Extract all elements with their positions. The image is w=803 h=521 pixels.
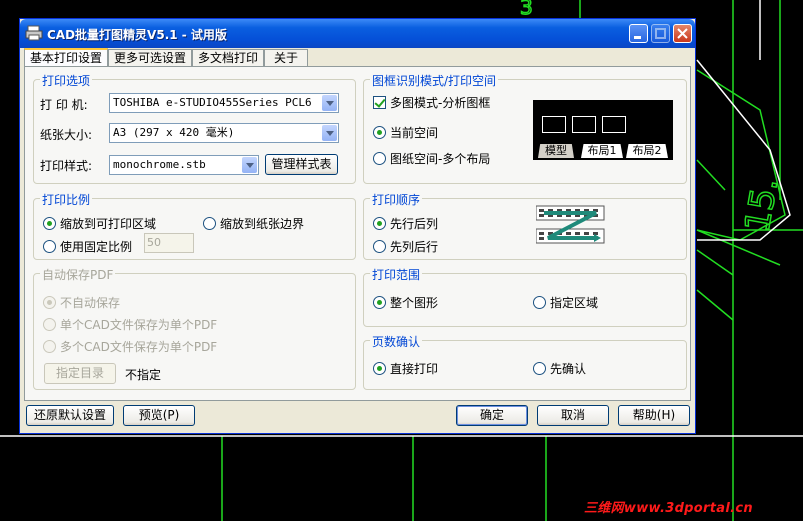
preview-tab-model: 模型 xyxy=(538,144,574,158)
single-pdf-radio[interactable] xyxy=(43,318,56,331)
printer-select[interactable]: TOSHIBA e-STUDIO455Series PCL6 xyxy=(109,93,339,113)
fit-printable-label: 缩放到可打印区域 xyxy=(60,217,157,231)
cancel-button[interactable]: 取消 xyxy=(537,405,609,426)
tab-basic-print[interactable]: 基本打印设置 xyxy=(24,48,108,67)
multi-frame-checkbox[interactable] xyxy=(373,96,386,109)
current-space-radio[interactable] xyxy=(373,126,386,139)
close-button[interactable] xyxy=(673,24,692,43)
cad-dimension-text-top: 3 xyxy=(520,0,533,19)
frame-mode-label: 图框识别模式/打印空间 xyxy=(370,72,499,89)
multi-pdf-radio[interactable] xyxy=(43,340,56,353)
minimize-button[interactable] xyxy=(629,24,648,43)
manage-styles-button[interactable]: 管理样式表 xyxy=(265,154,338,175)
print-options-label: 打印选项 xyxy=(40,72,93,89)
site-watermark: 三维网www.3dportal.cn xyxy=(584,501,753,516)
tab-about[interactable]: 关于 xyxy=(264,49,308,66)
preview-frame xyxy=(572,116,596,133)
printer-label: 打 印 机: xyxy=(40,98,88,112)
printer-icon xyxy=(25,25,43,41)
preview-tab-layout1: 布局1 xyxy=(581,144,623,158)
multi-frame-label: 多图模式-分析图框 xyxy=(390,96,491,110)
multi-pdf-label: 多个CAD文件保存为单个PDF xyxy=(60,340,218,354)
choose-directory-button[interactable]: 指定目录 xyxy=(44,363,116,384)
no-auto-save-radio[interactable] xyxy=(43,296,56,309)
title-bar[interactable]: CAD批量打图精灵V5.1 - 试用版 xyxy=(20,19,695,48)
confirm-first-radio[interactable] xyxy=(533,362,546,375)
print-style-select[interactable]: monochrome.stb xyxy=(109,155,259,175)
chevron-down-icon[interactable] xyxy=(322,95,337,111)
tab-more-options[interactable]: 更多可选设置 xyxy=(108,49,192,66)
paper-size-label: 纸张大小: xyxy=(40,128,93,142)
fixed-scale-radio[interactable] xyxy=(43,240,56,253)
print-order-label: 打印顺序 xyxy=(370,191,423,208)
print-order-icon xyxy=(536,205,605,244)
preview-button[interactable]: 预览(P) xyxy=(123,405,195,426)
cad-dimension-text: 15. xyxy=(737,175,786,235)
fit-paper-label: 缩放到纸张边界 xyxy=(220,217,305,231)
paper-size-value: A3 (297 x 420 毫米) xyxy=(113,126,235,139)
no-auto-save-label: 不自动保存 xyxy=(60,296,121,310)
print-dialog: CAD批量打图精灵V5.1 - 试用版 基本打印设置 更多可选设置 多文档打印 … xyxy=(19,18,696,434)
current-space-label: 当前空间 xyxy=(390,126,439,140)
layout-preview: 模型 布局1 布局2 xyxy=(533,100,673,160)
paper-space-label: 图纸空间-多个布局 xyxy=(390,152,491,166)
restore-defaults-button[interactable]: 还原默认设置 xyxy=(26,405,114,426)
fit-paper-radio[interactable] xyxy=(203,217,216,230)
direct-print-radio[interactable] xyxy=(373,362,386,375)
print-style-label: 打印样式: xyxy=(40,159,93,173)
maximize-button xyxy=(651,24,670,43)
maximize-icon xyxy=(655,28,666,39)
preview-frame xyxy=(602,116,626,133)
auto-pdf-label: 自动保存PDF xyxy=(40,266,116,283)
whole-drawing-radio[interactable] xyxy=(373,296,386,309)
specified-area-radio[interactable] xyxy=(533,296,546,309)
preview-frame xyxy=(542,116,566,133)
col-first-radio[interactable] xyxy=(373,240,386,253)
row-first-label: 先行后列 xyxy=(390,217,439,231)
single-pdf-label: 单个CAD文件保存为单个PDF xyxy=(60,318,218,332)
row-first-radio[interactable] xyxy=(373,217,386,230)
preview-tab-layout2: 布局2 xyxy=(626,144,668,158)
print-scale-label: 打印比例 xyxy=(40,191,93,208)
paper-space-radio[interactable] xyxy=(373,152,386,165)
tab-multi-doc[interactable]: 多文档打印 xyxy=(192,49,264,66)
fixed-scale-input[interactable]: 50 xyxy=(144,233,194,253)
help-button[interactable]: 帮助(H) xyxy=(618,405,690,426)
fixed-scale-label: 使用固定比例 xyxy=(60,240,133,254)
specified-area-label: 指定区域 xyxy=(550,296,599,310)
fit-printable-radio[interactable] xyxy=(43,217,56,230)
printer-value: TOSHIBA e-STUDIO455Series PCL6 xyxy=(113,96,312,109)
direct-print-label: 直接打印 xyxy=(390,362,439,376)
chevron-down-icon[interactable] xyxy=(242,157,257,173)
page-confirm-label: 页数确认 xyxy=(370,333,423,350)
paper-size-select[interactable]: A3 (297 x 420 毫米) xyxy=(109,123,339,143)
chevron-down-icon[interactable] xyxy=(322,125,337,141)
whole-drawing-label: 整个图形 xyxy=(390,296,439,310)
ok-button[interactable]: 确定 xyxy=(456,405,528,426)
print-range-label: 打印范围 xyxy=(370,266,423,283)
confirm-first-label: 先确认 xyxy=(550,362,587,376)
close-icon xyxy=(677,28,688,39)
window-title: CAD批量打图精灵V5.1 - 试用版 xyxy=(47,28,227,42)
minimize-icon xyxy=(634,36,641,39)
col-first-label: 先列后行 xyxy=(390,240,439,254)
print-style-value: monochrome.stb xyxy=(113,158,206,171)
directory-value: 不指定 xyxy=(125,368,162,382)
